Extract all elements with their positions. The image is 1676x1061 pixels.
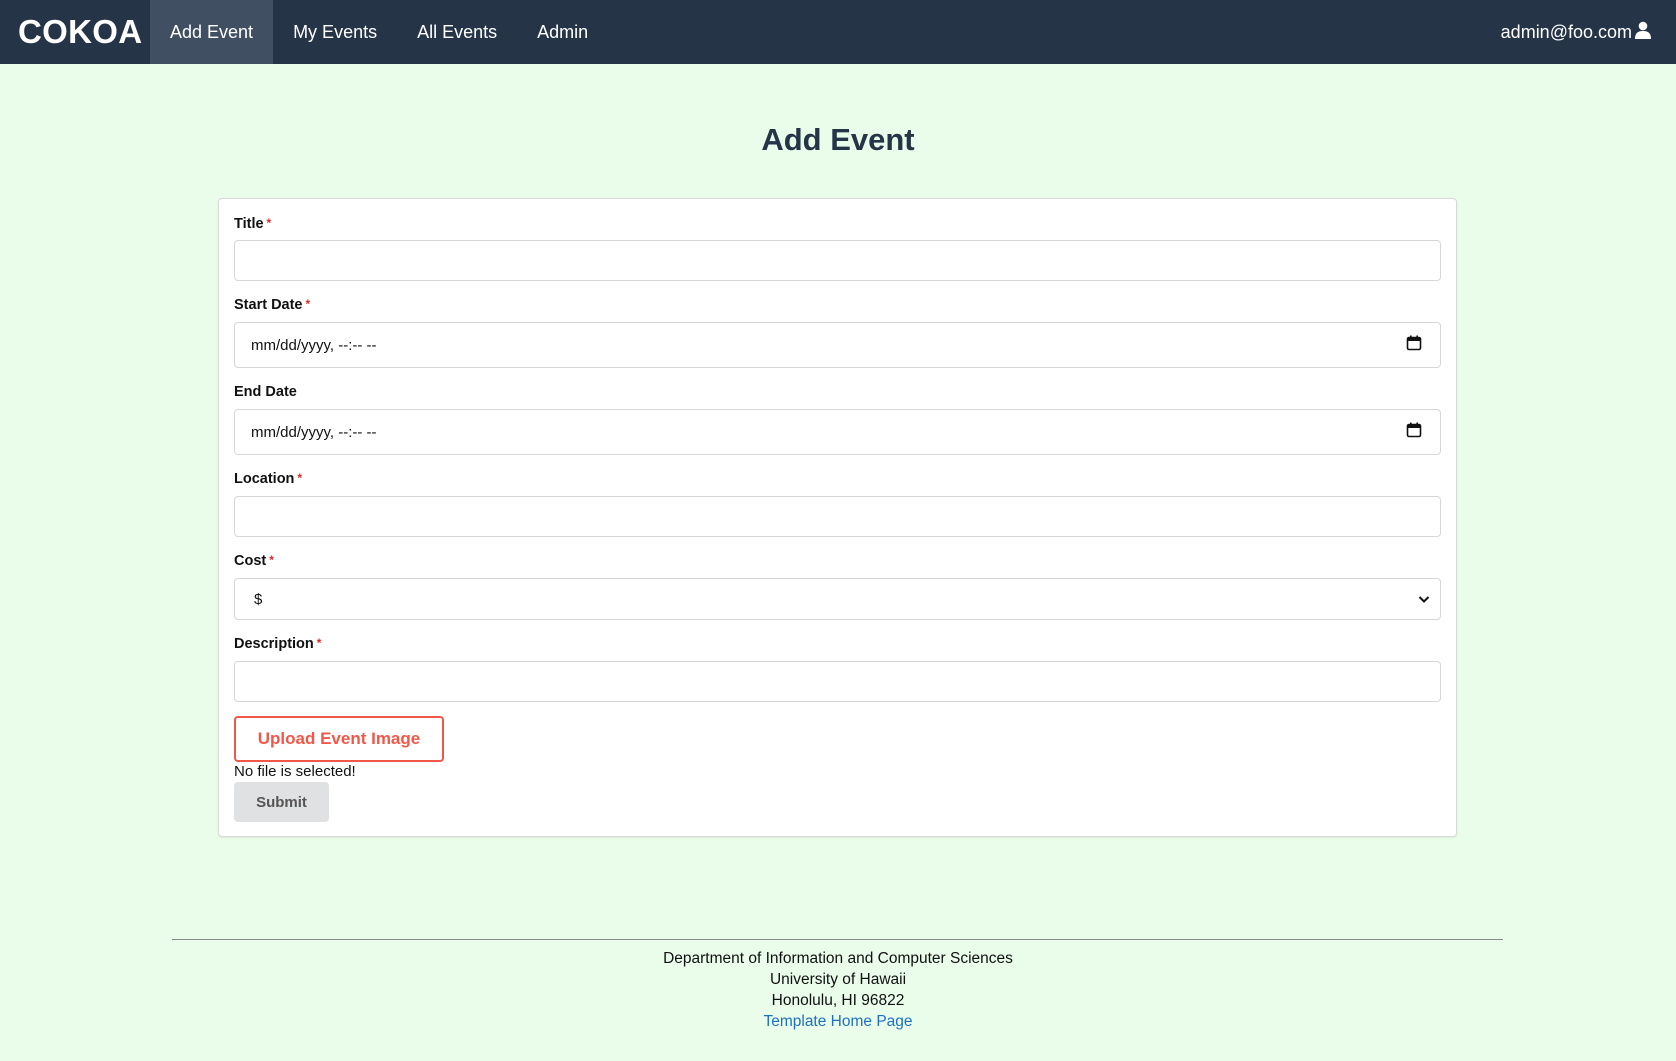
title-label: Title * bbox=[234, 216, 271, 232]
cost-label-text: Cost bbox=[234, 553, 267, 569]
end-date-value: mm/dd/yyyy, --:-- -- bbox=[251, 423, 377, 441]
description-label: Description * bbox=[234, 636, 321, 652]
chevron-down-icon bbox=[1418, 591, 1430, 608]
footer-university: University of Hawaii bbox=[769, 971, 907, 988]
template-home-link[interactable]: Template Home Page bbox=[763, 1013, 912, 1030]
location-label-text: Location bbox=[234, 471, 295, 487]
required-mark: * bbox=[269, 553, 274, 567]
user-menu[interactable]: admin@foo.com bbox=[1501, 0, 1676, 64]
cost-label: Cost * bbox=[234, 553, 274, 569]
description-label-text: Description bbox=[234, 636, 314, 652]
footer-address: Honolulu, HI 96822 bbox=[771, 992, 905, 1009]
brand-logo[interactable]: COKOA bbox=[0, 0, 150, 64]
footer-department: Department of Information and Computer S… bbox=[663, 950, 1013, 967]
nav-all-events[interactable]: All Events bbox=[397, 0, 517, 64]
user-email: admin@foo.com bbox=[1500, 21, 1632, 42]
cost-select[interactable]: $ bbox=[234, 578, 1441, 620]
upload-image-button[interactable]: Upload Event Image bbox=[234, 716, 444, 762]
page-title: Add Event bbox=[761, 122, 915, 157]
start-date-value: mm/dd/yyyy, --:-- -- bbox=[251, 336, 377, 354]
nav-add-event[interactable]: Add Event bbox=[150, 0, 274, 64]
end-date-label: End Date bbox=[234, 384, 297, 400]
title-input[interactable] bbox=[234, 240, 1441, 281]
add-event-form: Title * Start Date * mm/dd/yyyy, --:-- -- … bbox=[218, 198, 1457, 837]
title-label-text: Title bbox=[234, 216, 264, 232]
submit-button[interactable]: Submit bbox=[234, 782, 329, 822]
top-navbar: COKOA Add Event My Events All Events Adm… bbox=[0, 0, 1676, 64]
required-mark: * bbox=[297, 471, 303, 485]
calendar-icon[interactable] bbox=[1406, 422, 1422, 442]
user-icon bbox=[1632, 21, 1652, 44]
cost-selected-value: $ bbox=[254, 590, 263, 608]
footer-divider bbox=[172, 939, 1503, 940]
nav-admin[interactable]: Admin bbox=[517, 0, 608, 64]
calendar-icon[interactable] bbox=[1406, 335, 1422, 355]
start-date-label: Start Date * bbox=[234, 297, 310, 313]
start-date-label-text: Start Date bbox=[234, 297, 303, 313]
footer: Department of Information and Computer S… bbox=[0, 948, 1676, 1032]
location-input[interactable] bbox=[234, 496, 1441, 537]
file-status: No file is selected! bbox=[234, 763, 356, 780]
required-mark: * bbox=[316, 636, 322, 650]
required-mark: * bbox=[305, 297, 311, 311]
description-input[interactable] bbox=[234, 661, 1441, 702]
required-mark: * bbox=[266, 216, 272, 230]
start-date-input[interactable]: mm/dd/yyyy, --:-- -- bbox=[234, 322, 1441, 368]
location-label: Location * bbox=[234, 471, 302, 487]
nav-my-events[interactable]: My Events bbox=[273, 0, 397, 64]
end-date-input[interactable]: mm/dd/yyyy, --:-- -- bbox=[234, 409, 1441, 455]
